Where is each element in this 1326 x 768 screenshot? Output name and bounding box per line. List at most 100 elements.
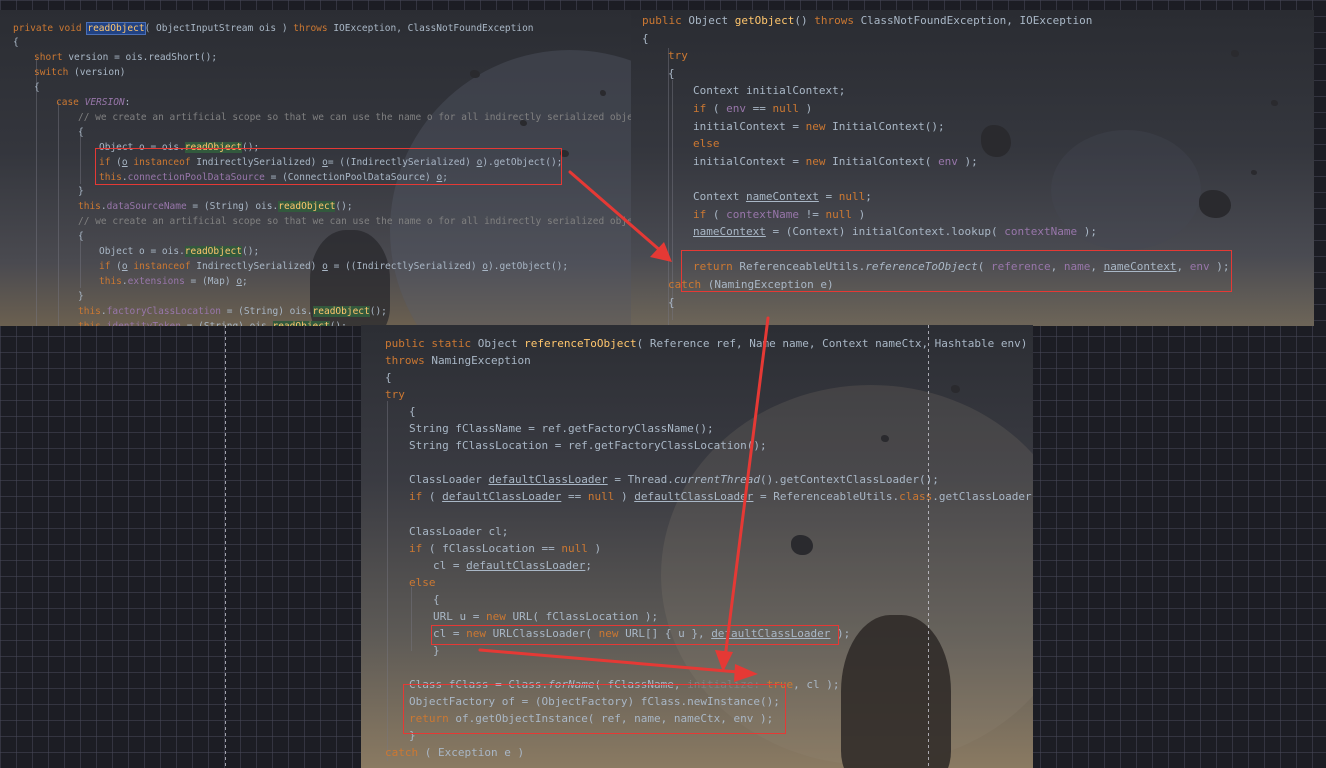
code-line: } bbox=[78, 291, 84, 302]
code-token: dataSourceName bbox=[106, 201, 187, 213]
code-token: { bbox=[433, 592, 440, 606]
code-token: short bbox=[34, 52, 69, 64]
code-line: private void readObject( ObjectInputStre… bbox=[13, 21, 534, 35]
code-token: this bbox=[78, 305, 101, 317]
code-line: this.dataSourceName = (String) ois.readO… bbox=[78, 201, 353, 213]
code-token: { bbox=[668, 295, 675, 309]
code-token: { bbox=[34, 82, 40, 94]
code-token: ( ObjectInputStream ois ) bbox=[144, 22, 294, 34]
code-token: ClassLoader bbox=[409, 473, 489, 487]
code-token: ) bbox=[614, 490, 635, 504]
code-token: ClassNotFoundException, IOException bbox=[860, 14, 1093, 27]
code-token: catch bbox=[385, 746, 425, 760]
code-line: { bbox=[668, 67, 675, 80]
code-token: (); bbox=[242, 246, 260, 257]
code-line: cl = defaultClassLoader; bbox=[433, 559, 592, 572]
code-token: InitialContext(); bbox=[832, 119, 945, 133]
code-token: { bbox=[78, 126, 84, 138]
code-token: readObject bbox=[312, 305, 370, 317]
code-line: { bbox=[642, 32, 649, 45]
code-token: = (String) ois. bbox=[221, 305, 313, 317]
code-line: if ( fClassLocation == null ) bbox=[409, 542, 601, 555]
code-token: null bbox=[587, 490, 615, 504]
code-line: } bbox=[433, 644, 440, 657]
code-token: ( Exception e ) bbox=[424, 746, 525, 760]
code-line: String fClassName = ref.getFactoryClassN… bbox=[409, 422, 714, 435]
code-token: String fClassName = ref.getFactoryClassN… bbox=[409, 422, 714, 436]
code-line: initialContext = new InitialContext(); bbox=[693, 120, 945, 133]
code-line: Object o = ois.readObject(); bbox=[99, 246, 259, 257]
code-line: Context nameContext = null; bbox=[693, 190, 872, 203]
code-line: nameContext = (Context) initialContext.l… bbox=[693, 225, 1097, 238]
code-token: ); bbox=[1077, 225, 1098, 239]
code-token: this bbox=[78, 201, 101, 213]
code-line: { bbox=[385, 371, 392, 384]
code-token: } bbox=[433, 643, 440, 657]
code-token: Context initialContext; bbox=[693, 84, 846, 98]
code-token: identityToken bbox=[106, 320, 181, 327]
code-token: try bbox=[385, 388, 405, 402]
code-token: } bbox=[78, 290, 84, 302]
code-token: ( bbox=[712, 102, 727, 115]
code-token: readObject bbox=[184, 246, 242, 257]
code-line: ClassLoader cl; bbox=[409, 525, 508, 538]
code-line: public static Object referenceToObject( … bbox=[385, 337, 1027, 350]
code-line: catch ( Exception e ) bbox=[385, 746, 524, 759]
code-line: switch (version) bbox=[34, 67, 126, 78]
code-token: referenceToObject bbox=[524, 337, 637, 350]
code-line: if ( env == null ) bbox=[693, 102, 812, 115]
code-token: { bbox=[78, 231, 84, 243]
code-line: else bbox=[693, 137, 720, 150]
code-token: else bbox=[693, 137, 720, 151]
code-token: new bbox=[485, 609, 513, 623]
code-line: { bbox=[433, 593, 440, 606]
code-token: (); bbox=[335, 201, 353, 213]
code-token: { bbox=[13, 37, 19, 49]
code-token: .getClassLoader(); bbox=[932, 490, 1033, 504]
code-token: if bbox=[409, 541, 429, 555]
read-object-code-panel: private void readObject( ObjectInputStre… bbox=[0, 10, 631, 326]
code-line: public Object getObject() throws ClassNo… bbox=[642, 14, 1092, 27]
code-token: if bbox=[99, 260, 117, 272]
code-token: = Thread. bbox=[607, 473, 674, 487]
code-token: contextName bbox=[726, 207, 799, 221]
code-token: InitialContext( bbox=[832, 154, 939, 168]
code-token: ; bbox=[585, 558, 592, 572]
code-token: public bbox=[642, 14, 689, 27]
code-token: nameContext bbox=[693, 225, 766, 239]
code-token: Context bbox=[693, 190, 746, 203]
code-token: this bbox=[99, 275, 122, 287]
code-token: // we create an artificial scope so that… bbox=[78, 216, 631, 228]
code-token: ).getObject(); bbox=[488, 260, 569, 272]
code-line: { bbox=[13, 37, 19, 48]
code-line: if ( defaultClassLoader == null ) defaul… bbox=[409, 490, 1033, 503]
code-token: initialContext = bbox=[693, 119, 806, 133]
code-token: ().getContextClassLoader(); bbox=[760, 473, 939, 487]
code-token: ); bbox=[957, 154, 978, 168]
code-token: if bbox=[693, 207, 713, 221]
code-line: ClassLoader defaultClassLoader = Thread.… bbox=[409, 473, 939, 486]
code-token: Object bbox=[477, 337, 525, 350]
get-object-code-panel: public Object getObject() throws ClassNo… bbox=[631, 10, 1314, 326]
code-line: try bbox=[385, 388, 405, 401]
code-token: = (Map) bbox=[184, 275, 237, 287]
code-line: URL u = new URL( fClassLocation ); bbox=[433, 610, 658, 623]
code-token: = bbox=[818, 190, 839, 203]
highlight-box bbox=[431, 625, 839, 645]
code-token: readObject bbox=[272, 320, 330, 326]
code-token: IndirectlySerialized) bbox=[196, 260, 323, 272]
code-line: if ( contextName != null ) bbox=[693, 208, 865, 221]
code-token: null bbox=[825, 207, 852, 221]
code-line: String fClassLocation = ref.getFactoryCl… bbox=[409, 439, 767, 452]
code-token: extensions bbox=[127, 275, 185, 287]
code-token: { bbox=[668, 66, 675, 80]
code-token: version = ois.readShort(); bbox=[68, 52, 218, 64]
code-token: : bbox=[124, 97, 131, 108]
code-line: { bbox=[409, 405, 416, 418]
code-token: = ((IndirectlySerialized) bbox=[327, 260, 483, 272]
code-token: = (String) ois. bbox=[186, 201, 279, 213]
code-token: String fClassLocation = ref.getFactoryCl… bbox=[409, 439, 767, 453]
code-token: NamingException bbox=[431, 354, 531, 368]
code-token: case bbox=[56, 97, 85, 108]
code-token: instanceof bbox=[127, 260, 197, 272]
